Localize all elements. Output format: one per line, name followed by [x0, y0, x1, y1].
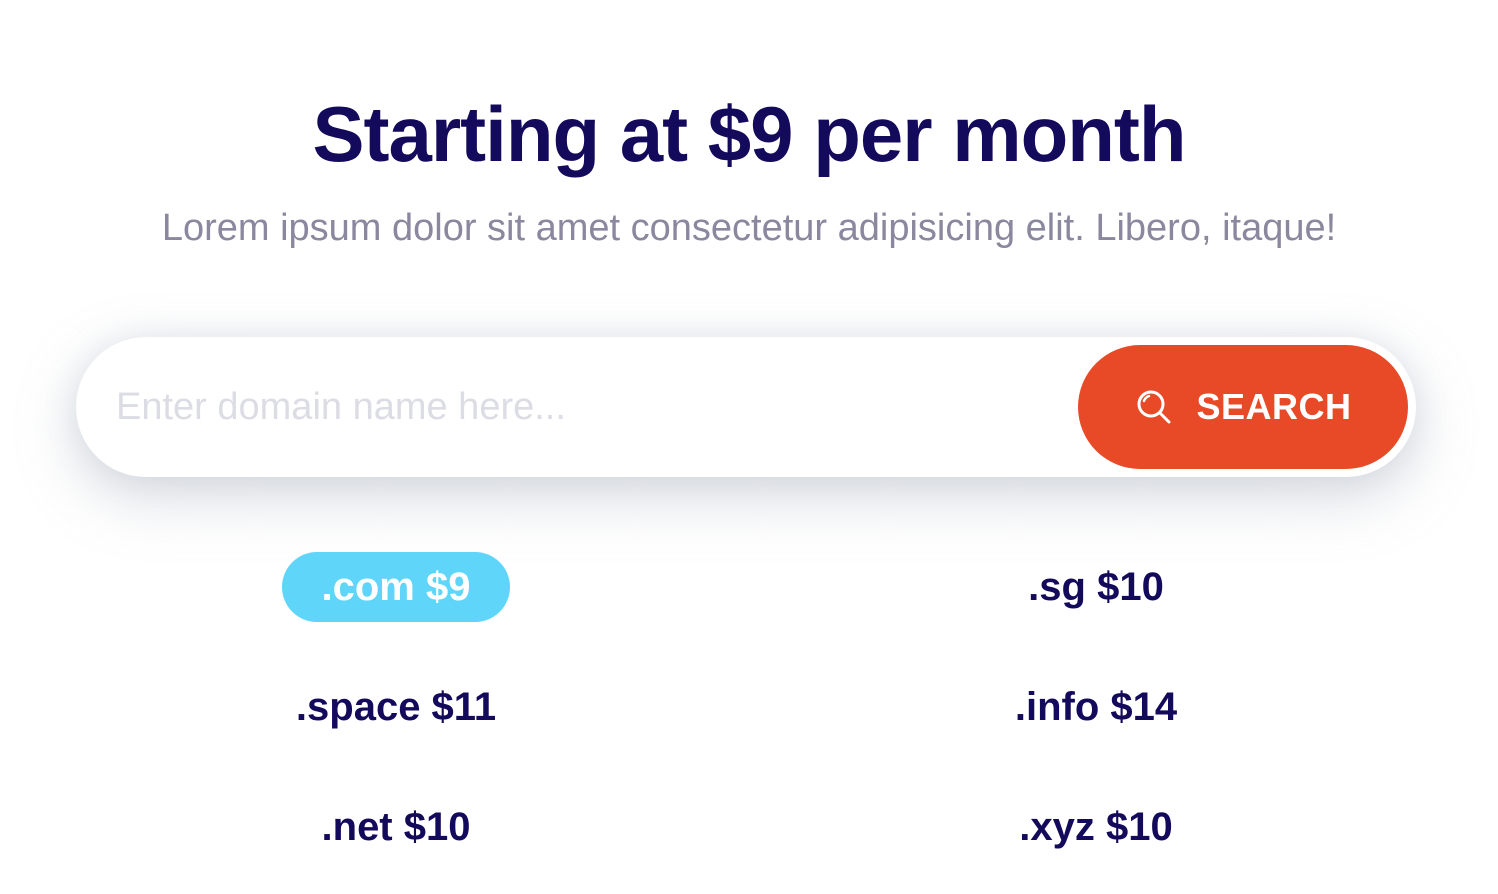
- domain-item-info[interactable]: .info $14: [946, 672, 1246, 742]
- domain-item-net[interactable]: .net $10: [246, 792, 546, 862]
- search-button-label: SEARCH: [1196, 386, 1352, 427]
- domain-price-label: .info $14: [1014, 685, 1178, 729]
- page-subtitle: Lorem ipsum dolor sit amet consectetur a…: [161, 207, 1337, 249]
- domain-price-label: .sg $10: [1028, 565, 1164, 609]
- domain-search-bar: SEARCH: [76, 337, 1416, 477]
- domain-price-label: .xyz $10: [1019, 805, 1173, 849]
- search-button[interactable]: SEARCH: [1078, 345, 1408, 469]
- domain-item-com[interactable]: .com $9: [246, 552, 546, 622]
- domain-price-label: .space $11: [295, 685, 497, 729]
- domain-search-input[interactable]: [116, 337, 1056, 477]
- domain-price-label: .net $10: [321, 805, 471, 849]
- domain-item-sg[interactable]: .sg $10: [946, 552, 1246, 622]
- domain-item-xyz[interactable]: .xyz $10: [946, 792, 1246, 862]
- search-icon: [1134, 387, 1174, 427]
- page-title: Starting at $9 per month: [312, 90, 1186, 178]
- domain-price-label: .com $9: [281, 552, 511, 622]
- pricing-section: Starting at $9 per month Lorem ipsum dol…: [0, 0, 1498, 894]
- domain-item-space[interactable]: .space $11: [246, 672, 546, 742]
